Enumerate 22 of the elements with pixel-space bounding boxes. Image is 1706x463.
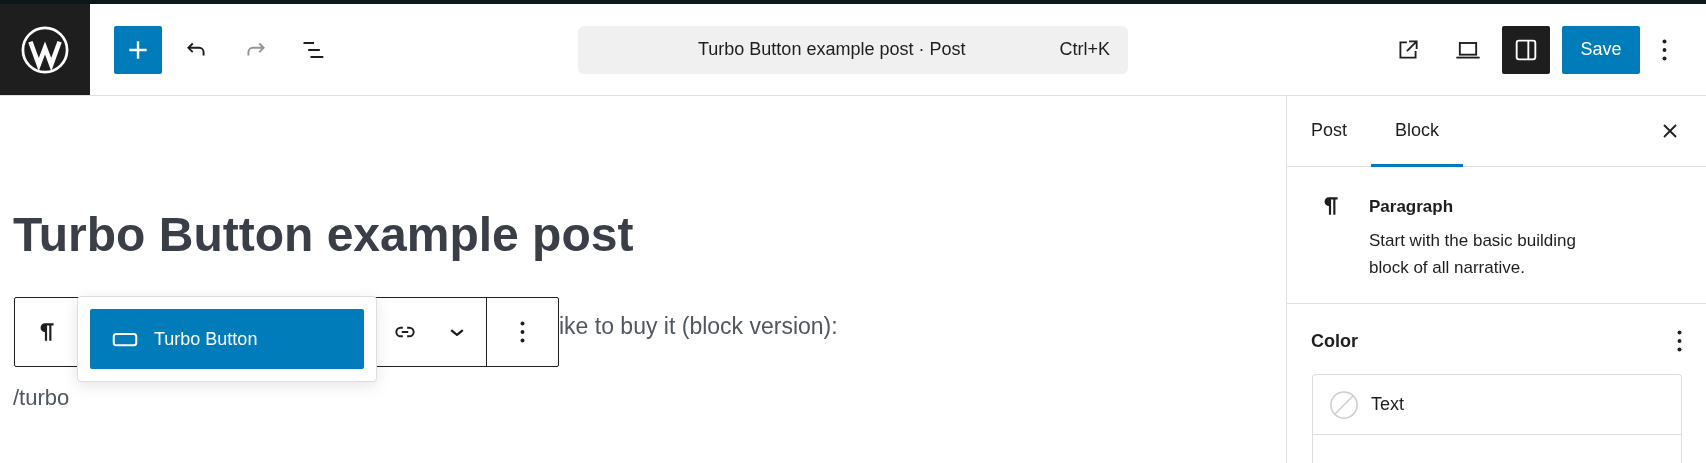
sidebar-tab[interactable]: Post xyxy=(1287,96,1372,167)
paragraph-text[interactable]: /turbo xyxy=(13,385,70,411)
command-bar[interactable]: Turbo Button example post · Post Ctrl+K xyxy=(578,25,1128,74)
block-description: Start with the basic building block of all narrative. xyxy=(1369,230,1577,279)
keyboard-shortcut: Ctrl+K xyxy=(1059,39,1110,60)
document-title: Turbo Button example post · Post xyxy=(698,39,966,60)
block-title: Paragraph xyxy=(1369,197,1455,217)
settings-toggle-button[interactable] xyxy=(1502,25,1550,74)
block-suggestion[interactable]: Turbo Button xyxy=(90,309,364,369)
kebab-icon xyxy=(1677,330,1682,352)
chevron-down-icon xyxy=(450,328,464,336)
post-title[interactable]: Turbo Button example post xyxy=(13,96,1286,260)
site-logo[interactable] xyxy=(20,24,70,75)
kebab-icon xyxy=(520,321,525,343)
paragraph-text[interactable]: ike to buy it (block version): xyxy=(559,313,838,340)
save-button[interactable]: Save xyxy=(1562,25,1640,74)
no-color-swatch-icon xyxy=(1329,389,1359,420)
sidebar-tab[interactable]: Block xyxy=(1371,96,1464,167)
panel-heading: Color xyxy=(1311,330,1358,352)
panel-options-button[interactable] xyxy=(1677,330,1682,352)
kebab-icon xyxy=(1661,38,1667,61)
add-block-button[interactable] xyxy=(114,25,162,74)
